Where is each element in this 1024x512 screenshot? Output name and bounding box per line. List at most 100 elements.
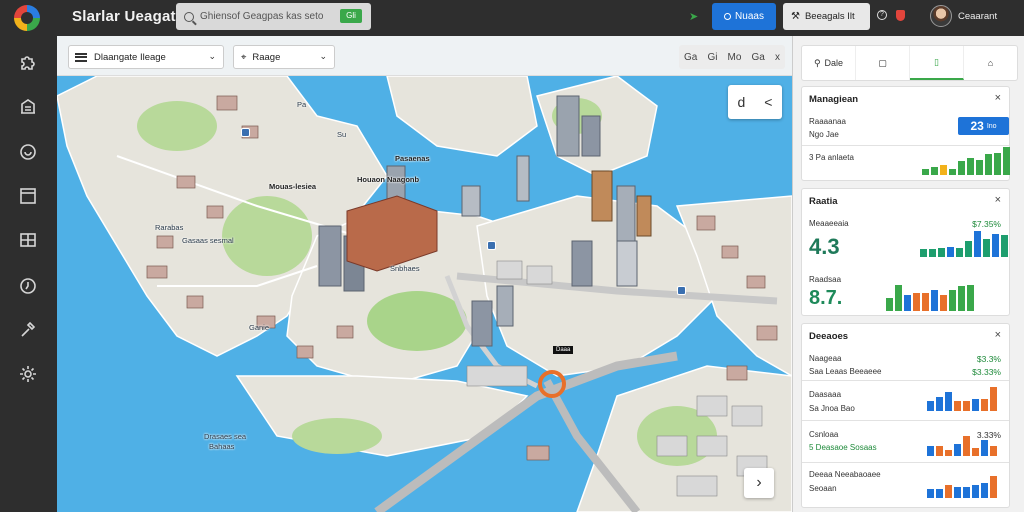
close-icon[interactable]: × bbox=[995, 194, 1001, 206]
bar bbox=[967, 158, 974, 175]
card-row: 3 Pa anlaeta bbox=[809, 153, 854, 162]
bar bbox=[972, 485, 979, 498]
close-icon[interactable]: × bbox=[995, 329, 1001, 341]
map-view[interactable]: Pasaenas Mouas-lesiea Houaon Naagonb Rar… bbox=[57, 36, 792, 512]
bar bbox=[963, 436, 970, 456]
map-tools: Ga Gi Mo Ga x bbox=[679, 45, 785, 69]
bar bbox=[965, 241, 972, 257]
map-poi-marker[interactable] bbox=[487, 241, 496, 250]
card-title: Managiean bbox=[809, 94, 859, 105]
map-label: Pasaenas bbox=[395, 154, 430, 163]
divider bbox=[802, 145, 1009, 146]
map-tool-button[interactable]: Ga bbox=[752, 52, 765, 63]
details-bar-chart bbox=[927, 476, 997, 498]
tab-label: Dale bbox=[824, 58, 844, 68]
settings-icon[interactable] bbox=[18, 364, 38, 384]
range-select[interactable]: ⌖ Raage ⌄ bbox=[233, 45, 335, 69]
help-icon[interactable]: ? bbox=[877, 10, 887, 20]
bar bbox=[931, 290, 938, 311]
search-icon bbox=[184, 11, 194, 22]
range-select-value: Raage bbox=[252, 51, 281, 63]
search-go-button[interactable]: Gli bbox=[340, 9, 362, 23]
tab-dale[interactable]: ⚲ Dale bbox=[802, 46, 856, 80]
map-canvas[interactable] bbox=[57, 36, 792, 512]
details-bar-chart bbox=[927, 387, 997, 411]
building-icon[interactable] bbox=[18, 96, 38, 116]
kpi-unit: Ino bbox=[986, 122, 997, 130]
bar bbox=[983, 239, 990, 257]
stats-card: Raatia × Meaaeeaia $7.35% 4.3 Raadsaa 8.… bbox=[801, 188, 1010, 316]
map-tool-button[interactable]: Ga bbox=[684, 52, 697, 63]
map-tool-button[interactable]: Mo bbox=[728, 52, 742, 63]
layout-icon[interactable] bbox=[18, 186, 38, 206]
map-poi-marker[interactable] bbox=[677, 286, 686, 295]
bar bbox=[963, 487, 970, 498]
search-input[interactable]: Ghiensof Geagpas kas seto Gli bbox=[176, 3, 371, 30]
map-label: Mouas-lesiea bbox=[269, 182, 317, 191]
close-icon[interactable]: × bbox=[995, 92, 1001, 104]
bar bbox=[929, 249, 936, 257]
percent-value: $3.33% bbox=[972, 367, 1001, 377]
layer-select[interactable]: Dlaangate Ileage ⌄ bbox=[68, 45, 224, 69]
card-title: Deeaoes bbox=[809, 331, 849, 342]
next-button[interactable]: › bbox=[744, 468, 774, 498]
tab-home[interactable]: ⌂ bbox=[964, 46, 1017, 80]
app-logo-icon[interactable] bbox=[14, 5, 40, 31]
bar bbox=[990, 476, 997, 498]
grid-icon[interactable] bbox=[18, 230, 38, 250]
puzzle-icon[interactable] bbox=[18, 52, 38, 72]
map-tool-button[interactable]: Gi bbox=[707, 52, 717, 63]
bar bbox=[949, 169, 956, 175]
primary-action-label: Nuaas bbox=[735, 11, 764, 22]
zoom-in-button[interactable]: d bbox=[738, 94, 746, 110]
workspace-button[interactable]: ⚒ Beeagals Ilt bbox=[783, 3, 870, 30]
forward-arrow-icon[interactable]: ➤ bbox=[689, 10, 698, 23]
pin-icon: ⚲ bbox=[813, 57, 821, 68]
card-row: 5 Deasaoe Sosaas bbox=[809, 443, 877, 452]
bar bbox=[922, 293, 929, 311]
user-name[interactable]: Ceaarant bbox=[958, 11, 997, 22]
avatar[interactable] bbox=[930, 5, 952, 27]
map-poi-marker[interactable] bbox=[241, 128, 250, 137]
metric-value: 4.3 bbox=[809, 234, 840, 259]
bar bbox=[974, 231, 981, 257]
tab-document[interactable]: ▯ bbox=[910, 46, 964, 80]
right-panel: ⚲ Dale ▢ ▯ ⌂ Managiean × Raaaanaa Ngo Ja… bbox=[792, 36, 1024, 512]
card-row: Daasaaa bbox=[809, 390, 842, 399]
card-row: Raaaanaa bbox=[809, 117, 846, 126]
menu-icon[interactable] bbox=[75, 52, 87, 62]
bar bbox=[994, 153, 1001, 175]
close-icon[interactable]: x bbox=[775, 52, 780, 63]
primary-action-button[interactable]: Nuaas bbox=[712, 3, 776, 30]
map-label: Drasaes sea bbox=[204, 432, 247, 441]
map-label: Rarabas bbox=[155, 223, 184, 232]
bar bbox=[1001, 235, 1008, 257]
map-label: Ganie bbox=[249, 323, 270, 332]
zoom-back-button[interactable]: < bbox=[764, 94, 772, 110]
bar bbox=[954, 487, 961, 498]
card-row: Naageaa bbox=[809, 354, 842, 363]
bar bbox=[886, 298, 893, 311]
bar bbox=[927, 401, 934, 411]
details-card: Deeaoes × Naageaa $3.3% Saa Leaas Beeaee… bbox=[801, 323, 1010, 508]
app-title: Slarlar Ueagat bbox=[72, 8, 176, 25]
bar bbox=[895, 285, 902, 311]
workspace-label: Beeagals Ilt bbox=[804, 11, 855, 22]
hammer-icon[interactable] bbox=[18, 320, 38, 340]
bar bbox=[981, 483, 988, 498]
bar bbox=[940, 165, 947, 175]
divider bbox=[802, 462, 1009, 463]
map-label: Gasaas sesmal bbox=[182, 236, 234, 245]
kpi-badge: 23 Ino bbox=[958, 117, 1009, 135]
map-label: Houaon Naagonb bbox=[357, 175, 420, 184]
card-row: Sa Jnoa Bao bbox=[809, 404, 855, 413]
chat-icon[interactable] bbox=[18, 142, 38, 162]
bar bbox=[931, 167, 938, 175]
bar bbox=[922, 169, 929, 175]
bar bbox=[904, 295, 911, 311]
clock-icon[interactable] bbox=[18, 276, 38, 296]
metric-value: 8.7. bbox=[809, 287, 843, 309]
shield-icon[interactable] bbox=[896, 10, 905, 21]
tab-bookmark[interactable]: ▢ bbox=[856, 46, 910, 80]
bar bbox=[958, 161, 965, 175]
